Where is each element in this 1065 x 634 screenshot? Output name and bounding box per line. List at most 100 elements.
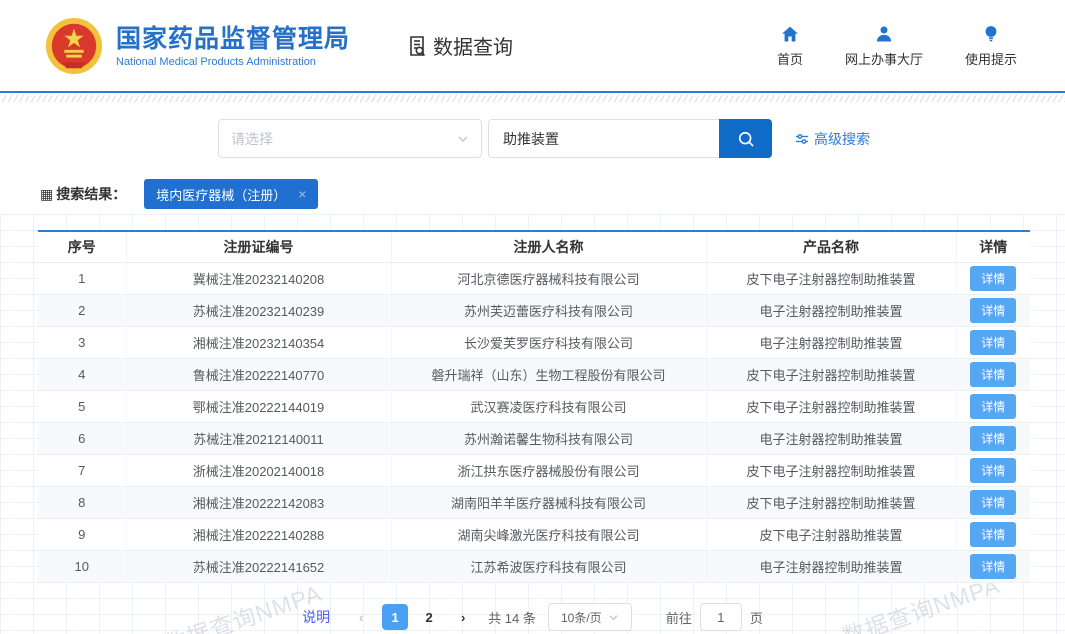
row-index: 10: [38, 550, 127, 583]
detail-button[interactable]: 详情: [970, 361, 1017, 387]
detail-cell: 详情: [956, 422, 1030, 455]
chevron-down-icon: [458, 136, 468, 142]
grid-icon: ▦: [40, 185, 54, 202]
col-header-index: 序号: [38, 231, 127, 263]
goto-label: 前往: [665, 610, 692, 626]
row-index: 5: [38, 390, 127, 423]
filter-tag-label: 境内医疗器械（注册）: [156, 187, 287, 203]
detail-button[interactable]: 详情: [970, 329, 1017, 355]
product-name: 电子注射器控制助推装置: [706, 326, 957, 359]
registrant-name: 武汉赛凌医疗科技有限公司: [391, 390, 707, 423]
detail-button[interactable]: 详情: [970, 265, 1017, 291]
close-icon[interactable]: ×: [298, 186, 306, 202]
search-bar: 请选择 高级搜索: [0, 119, 1065, 159]
row-index: 3: [38, 326, 127, 359]
detail-button[interactable]: 详情: [970, 553, 1017, 579]
detail-cell: 详情: [956, 358, 1030, 391]
nav-item-home[interactable]: 首页: [777, 24, 803, 68]
goto-suffix: 页: [749, 610, 763, 626]
cert-number: 湘械注准20232140354: [126, 326, 392, 359]
table-row: 5 鄂械注准20222144019 武汉赛凌医疗科技有限公司 皮下电子注射器控制助推装…: [38, 390, 1030, 423]
product-name: 皮下电子注射器控制助推装置: [706, 390, 957, 423]
table-row: 3 湘械注准20232140354 长沙爱芙罗医疗科技有限公司 电子注射器控制助推装置…: [38, 326, 1030, 359]
detail-cell: 详情: [956, 486, 1030, 519]
detail-button[interactable]: 详情: [970, 393, 1017, 419]
registrant-name: 江苏希波医疗科技有限公司: [391, 550, 707, 583]
org-name-cn: 国家药品监督管理局: [116, 24, 351, 53]
cert-number: 苏械注准20232140239: [126, 294, 392, 327]
advanced-search-label: 高级搜索: [814, 131, 870, 147]
detail-button[interactable]: 详情: [970, 425, 1017, 451]
cert-number: 鲁械注准20222140770: [126, 358, 392, 391]
page-button-2[interactable]: 2: [416, 604, 442, 630]
cert-number: 冀械注准20232140208: [126, 262, 392, 295]
col-header-product: 产品名称: [706, 231, 957, 263]
row-index: 1: [38, 262, 127, 295]
goto-page-input[interactable]: [699, 603, 742, 631]
prev-page-button[interactable]: ‹: [348, 604, 374, 630]
cert-number: 鄂械注准20222144019: [126, 390, 392, 423]
detail-cell: 详情: [956, 518, 1030, 551]
registrant-name: 浙江拱东医疗器械股份有限公司: [391, 454, 707, 487]
page-size-select[interactable]: 10条/页: [547, 603, 632, 631]
category-select[interactable]: 请选择: [218, 119, 482, 158]
table-row: 4 鲁械注准20222140770 磐升瑞祥（山东）生物工程股份有限公司 皮下电子注射…: [38, 358, 1030, 391]
detail-cell: 详情: [956, 550, 1030, 583]
registrant-name: 湖南尖峰激光医疗科技有限公司: [391, 518, 707, 551]
product-name: 皮下电子注射器控制助推装置: [706, 358, 957, 391]
registrant-name: 磐升瑞祥（山东）生物工程股份有限公司: [391, 358, 707, 391]
search-results-bar: ▦ 搜索结果： 境内医疗器械（注册） ×: [40, 179, 319, 209]
table-row: 8 湘械注准20222142083 湖南阳羊羊医疗器械科技有限公司 皮下电子注射器控制…: [38, 486, 1030, 519]
registrant-name: 长沙爱芙罗医疗科技有限公司: [391, 326, 707, 359]
nav-item-service-hall[interactable]: 网上办事大厅: [845, 24, 923, 68]
detail-cell: 详情: [956, 326, 1030, 359]
next-page-button[interactable]: ›: [450, 604, 476, 630]
product-name: 皮下电子注射器控制助推装置: [706, 486, 957, 519]
table-row: 10 苏械注准20222141652 江苏希波医疗科技有限公司 电子注射器控制助推装置…: [38, 550, 1030, 583]
row-index: 4: [38, 358, 127, 391]
results-label: 搜索结果：: [56, 186, 127, 202]
pagination: 说明 ‹ 1 2 › 共 14 条 10条/页 前往 页: [0, 603, 1065, 631]
search-button[interactable]: [719, 119, 772, 158]
brand-text: 国家药品监督管理局 National Medical Products Admi…: [116, 24, 350, 68]
results-table: 序号 注册证编号 注册人名称 产品名称 详情 1 冀械注准20232140208 河…: [38, 230, 1030, 583]
cert-number: 苏械注准20212140011: [126, 422, 392, 455]
table-row: 9 湘械注准20222140288 湖南尖峰激光医疗科技有限公司 皮下电子注射器助推装…: [38, 518, 1030, 551]
search-input[interactable]: [488, 119, 719, 158]
nav-item-label: 使用提示: [964, 51, 1017, 67]
home-icon: [782, 26, 798, 41]
detail-button[interactable]: 详情: [970, 489, 1017, 515]
table-row: 1 冀械注准20232140208 河北京德医疗器械科技有限公司 皮下电子注射器控制助…: [38, 262, 1030, 295]
nmpa-emblem-icon: [45, 17, 103, 75]
filter-tag[interactable]: 境内医疗器械（注册） ×: [144, 179, 319, 209]
chevron-down-icon: [609, 614, 618, 620]
detail-button[interactable]: 详情: [970, 521, 1017, 547]
cert-number: 浙械注准20202140018: [126, 454, 392, 487]
page: 数据查询NMPA 数据查询NMPA 国家药品监督管理局 National Med…: [0, 0, 1065, 634]
registrant-name: 苏州瀚诺馨生物科技有限公司: [391, 422, 707, 455]
row-index: 9: [38, 518, 127, 551]
nav-item-tips[interactable]: 使用提示: [965, 24, 1017, 68]
detail-cell: 详情: [956, 454, 1030, 487]
app-title-label: 数据查询: [433, 37, 514, 59]
detail-cell: 详情: [956, 294, 1030, 327]
product-name: 皮下电子注射器控制助推装置: [706, 454, 957, 487]
row-index: 8: [38, 486, 127, 519]
detail-cell: 详情: [956, 390, 1030, 423]
product-name: 皮下电子注射器控制助推装置: [706, 262, 957, 295]
product-name: 电子注射器控制助推装置: [706, 294, 957, 327]
brand-home-link[interactable]: 国家药品监督管理局 National Medical Products Admi…: [45, 17, 350, 75]
nav-item-label: 首页: [776, 51, 803, 67]
note-link[interactable]: 说明: [302, 607, 330, 627]
detail-button[interactable]: 详情: [970, 297, 1017, 323]
advanced-search-link[interactable]: 高级搜索: [795, 129, 870, 149]
col-header-cert-number: 注册证编号: [126, 231, 392, 263]
detail-button[interactable]: 详情: [970, 457, 1017, 483]
data-query-icon: [410, 35, 426, 56]
cert-number: 湘械注准20222140288: [126, 518, 392, 551]
page-button-1[interactable]: 1: [382, 604, 409, 630]
total-count: 共 14 条: [488, 610, 536, 626]
header-hatch-divider: [0, 95, 1065, 102]
table-row: 6 苏械注准20212140011 苏州瀚诺馨生物科技有限公司 电子注射器控制助推装置…: [38, 422, 1030, 455]
product-name: 皮下电子注射器助推装置: [706, 518, 957, 551]
